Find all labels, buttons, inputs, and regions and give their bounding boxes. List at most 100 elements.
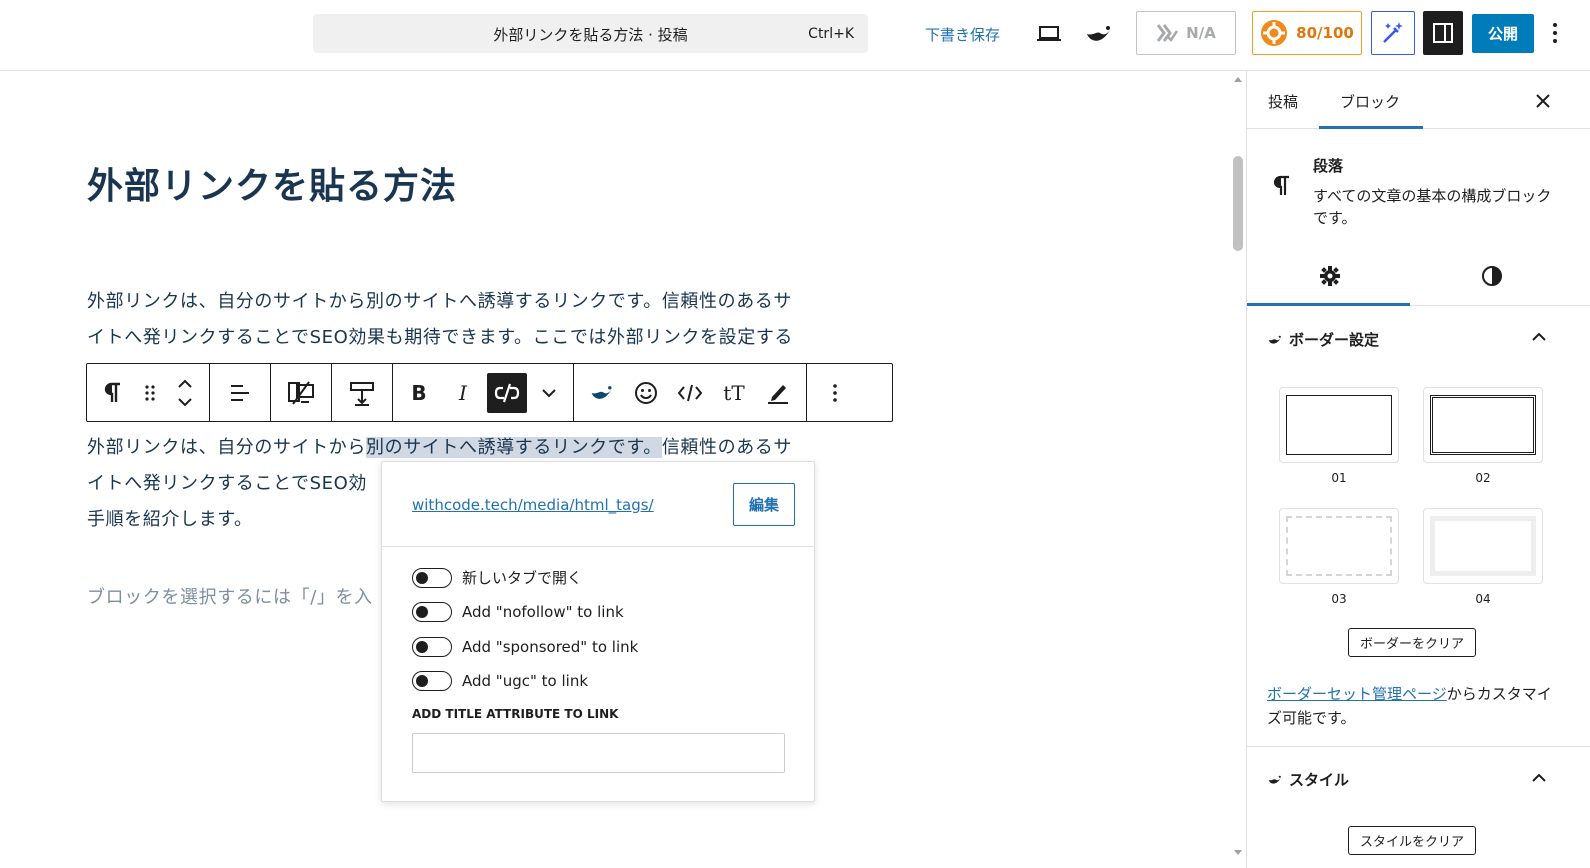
tab-styles[interactable] xyxy=(1481,265,1503,291)
text-run: 信頼性のあるサ xyxy=(661,437,793,458)
paragraph-1-line-2: イトへ発リンクすることでSEO効果も期待できます。ここでは外部リンクを設定する xyxy=(87,327,794,348)
command-shortcut: Ctrl+K xyxy=(808,26,854,42)
toggle-label: Add "sponsored" to link xyxy=(462,638,639,656)
text-run: イトへ発リンクすることでSEO効 xyxy=(87,473,368,494)
settings-sidebar: 投稿 ブロック 段落 すべての文章の基本の構成ブロックです。 ボーダー設定 01 xyxy=(1246,71,1590,868)
tab-block[interactable]: ブロック xyxy=(1340,91,1400,112)
swell-button[interactable] xyxy=(1082,20,1116,48)
settings-sidebar-toggle[interactable] xyxy=(1423,11,1463,55)
publish-button[interactable]: 公開 xyxy=(1472,14,1534,53)
tab-post[interactable]: 投稿 xyxy=(1268,91,1298,112)
seo-check-icon xyxy=(1156,24,1179,42)
clear-border-button[interactable]: ボーダーをクリア xyxy=(1348,628,1476,657)
border-option-03[interactable] xyxy=(1279,508,1399,584)
inline-code-button[interactable] xyxy=(668,371,712,415)
seo-na-button[interactable]: N/A xyxy=(1136,11,1236,55)
paragraph-1-line-1: 外部リンクは、自分のサイトから別のサイトへ誘導するリンクです。信頼性のあるサ xyxy=(87,291,792,312)
align-button[interactable] xyxy=(218,371,262,415)
style-panel-toggle[interactable]: スタイル xyxy=(1267,769,1349,790)
sidebar-icon xyxy=(1433,23,1453,43)
toggle-sponsored[interactable]: Add "sponsored" to link xyxy=(412,637,638,657)
more-formats-button[interactable] xyxy=(529,371,569,415)
border-panel-toggle[interactable]: ボーダー設定 xyxy=(1267,329,1379,350)
italic-icon: I xyxy=(459,380,467,405)
document-title: 外部リンクを貼る方法 · 投稿 xyxy=(493,26,688,44)
emoji-button[interactable] xyxy=(624,371,668,415)
options-menu-button[interactable] xyxy=(1552,22,1558,48)
block-description: すべての文章の基本の構成ブロックです。 xyxy=(1313,187,1552,227)
editor-scrollbar-thumb[interactable] xyxy=(1233,156,1243,251)
swell-format-button[interactable] xyxy=(580,371,624,415)
block-name: 段落 xyxy=(1313,157,1344,175)
align-left-icon xyxy=(231,384,249,401)
toolbar-group-swell: tT xyxy=(574,364,807,421)
border-option-02[interactable] xyxy=(1423,387,1543,463)
toggle-switch[interactable] xyxy=(412,567,452,588)
margin-setting-button[interactable] xyxy=(340,371,384,415)
link-url[interactable]: withcode.tech/media/html_tags/ xyxy=(412,496,654,514)
block-toolbar: B I tT xyxy=(86,363,893,422)
border-option-label: 02 xyxy=(1475,471,1491,485)
selected-link-text[interactable]: 別のサイトへ誘導するリンクです。 xyxy=(366,437,662,458)
border-panel-chevron[interactable] xyxy=(1532,327,1546,346)
unlink-button[interactable] xyxy=(487,372,527,413)
save-draft-button[interactable]: 下書き保存 xyxy=(925,24,1000,45)
style-panel-chevron[interactable] xyxy=(1532,768,1546,787)
highlight-button[interactable] xyxy=(756,371,800,415)
font-size-button[interactable]: tT xyxy=(712,371,756,415)
border-option-01[interactable] xyxy=(1279,387,1399,463)
toolbar-group-more xyxy=(807,364,863,421)
toggle-ugc[interactable]: Add "ugc" to link xyxy=(412,671,588,691)
toolbar-group-format: B I xyxy=(393,364,574,421)
unlink-icon xyxy=(494,383,520,402)
chevron-down-icon xyxy=(542,388,556,397)
block-card: 段落 すべての文章の基本の構成ブロックです。 xyxy=(1247,129,1590,227)
magic-wand-icon xyxy=(1383,22,1403,43)
toolbar-group-spacing xyxy=(332,364,393,421)
border-set-note: ボーダーセット管理ページからカスタマイズ可能です。 xyxy=(1267,682,1557,730)
device-visibility-button[interactable] xyxy=(279,371,323,415)
preview-device-button[interactable] xyxy=(1034,21,1064,47)
close-sidebar-button[interactable] xyxy=(1536,89,1550,113)
swell-wave-icon xyxy=(1268,335,1282,344)
paragraph-block-1[interactable]: 外部リンクは、自分のサイトから別のサイトへ誘導するリンクです。信頼性のあるサ イ… xyxy=(87,284,832,356)
seo-score-button[interactable]: 80/100 xyxy=(1252,11,1362,55)
drag-handle[interactable] xyxy=(135,371,165,415)
border-option-label: 04 xyxy=(1475,592,1491,606)
contrast-icon xyxy=(1482,266,1502,286)
ai-assist-button[interactable] xyxy=(1371,11,1415,55)
text-run: 外部リンクは、自分のサイトから xyxy=(87,437,366,458)
edit-link-button[interactable]: 編集 xyxy=(733,483,795,526)
tab-settings[interactable] xyxy=(1319,265,1341,291)
toggle-nofollow[interactable]: Add "nofollow" to link xyxy=(412,602,624,622)
sidebar-tabs: 投稿 ブロック xyxy=(1247,71,1590,129)
command-palette-button[interactable]: 外部リンクを貼る方法 · 投稿 Ctrl+K xyxy=(313,14,868,53)
toggle-switch[interactable] xyxy=(412,637,452,657)
block-options-button[interactable] xyxy=(813,371,857,415)
bold-button[interactable]: B xyxy=(397,371,441,415)
border-preview xyxy=(1430,395,1536,455)
toggle-switch[interactable] xyxy=(412,671,452,691)
post-title[interactable]: 外部リンクを貼る方法 xyxy=(87,157,457,209)
border-option-label: 03 xyxy=(1331,592,1347,606)
toggle-switch[interactable] xyxy=(412,602,452,622)
border-preview xyxy=(1430,516,1536,576)
paragraph-block-type-button[interactable] xyxy=(91,371,135,415)
toggle-label: 新しいタブで開く xyxy=(462,569,583,587)
toggle-label: Add "ugc" to link xyxy=(462,672,589,690)
move-up-down-button[interactable] xyxy=(165,371,205,415)
border-option-04[interactable] xyxy=(1423,508,1543,584)
title-attribute-input[interactable] xyxy=(412,733,785,773)
italic-button[interactable]: I xyxy=(441,371,485,415)
toggle-open-new-tab[interactable]: 新しいタブで開く xyxy=(412,567,582,588)
border-set-manage-link[interactable]: ボーダーセット管理ページ xyxy=(1267,685,1447,703)
bold-icon: B xyxy=(411,380,427,405)
block-placeholder[interactable]: ブロックを選択するには「/」を入 xyxy=(87,583,373,609)
clear-style-button[interactable]: スタイルをクリア xyxy=(1348,826,1476,855)
border-option-label: 01 xyxy=(1331,471,1347,485)
link-popover: withcode.tech/media/html_tags/ 編集 新しいタブで… xyxy=(381,461,815,802)
swell-wave-icon xyxy=(1268,775,1282,784)
title-attribute-label: ADD TITLE ATTRIBUTE TO LINK xyxy=(412,707,619,721)
chevron-up-down-icon xyxy=(178,379,192,406)
swell-wave-icon xyxy=(1087,26,1111,41)
